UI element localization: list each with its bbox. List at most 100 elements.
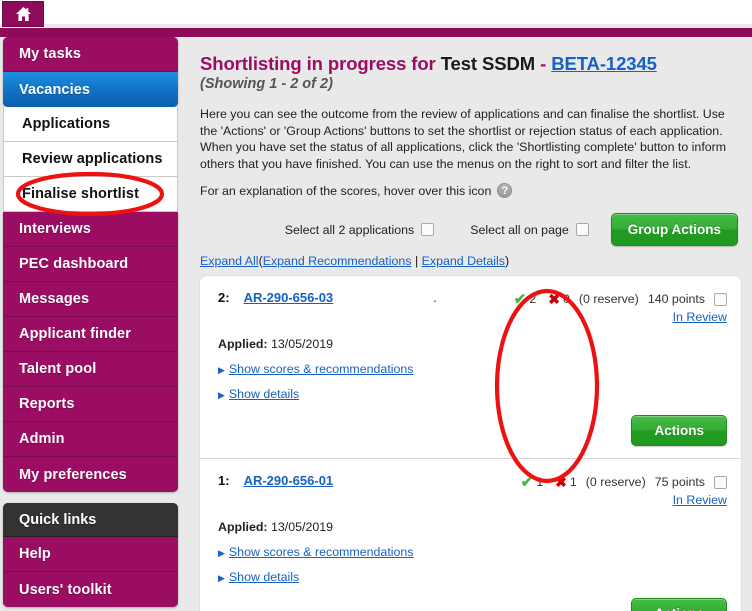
application-card: 1: AR-290-656-01 ✔ 1 ✖ 1 (0 reserve) 75 … [200, 458, 741, 611]
application-select-checkbox[interactable] [714, 292, 727, 306]
show-details-link[interactable]: Show details [229, 387, 299, 401]
trailing-mark: . [433, 290, 437, 306]
sidebar-item-review-applications[interactable]: Review applications [4, 142, 177, 177]
points-total: 140 points [647, 292, 705, 307]
show-scores-row: ▶ Show scores & recommendations [218, 545, 727, 559]
select-all-applications-checkbox[interactable] [421, 223, 435, 237]
show-details-row: ▶ Show details [218, 387, 727, 401]
sidebar-item-applicant-finder[interactable]: Applicant finder [3, 317, 178, 352]
status-badge[interactable]: In Review [673, 310, 727, 324]
page-title: Shortlisting in progress for Test SSDM -… [200, 53, 738, 75]
application-reference-link[interactable]: AR-290-656-03 [244, 290, 334, 305]
score-explanation-text: For an explanation of the scores, hover … [200, 183, 492, 198]
expand-links: Expand All(Expand Recommendations | Expa… [200, 254, 738, 268]
vacancies-subnav: Applications Review applications Finalis… [3, 107, 178, 212]
show-details-link[interactable]: Show details [229, 570, 299, 584]
sidebar-item-vacancies[interactable]: Vacancies [3, 72, 178, 107]
show-scores-row: ▶ Show scores & recommendations [218, 362, 727, 376]
help-icon[interactable]: ? [497, 183, 513, 199]
application-card-header: 2: AR-290-656-03 . ✔ 2 ✖ 0 (0 reserve) 1… [218, 290, 727, 324]
sidebar-item-my-preferences[interactable]: My preferences [3, 457, 178, 492]
sidebar-item-label: My tasks [19, 46, 82, 62]
applied-date-row: Applied: 13/05/2019 [218, 520, 727, 534]
sidebar-item-label: Messages [19, 291, 90, 307]
main-content: Shortlisting in progress for Test SSDM -… [182, 37, 752, 611]
points-total: 75 points [654, 475, 705, 490]
page-title-separator: - [540, 53, 547, 74]
sidebar-item-admin[interactable]: Admin [3, 422, 178, 457]
sidebar-item-label: Review applications [22, 151, 163, 167]
sidebar-item-pec-dashboard[interactable]: PEC dashboard [3, 247, 178, 282]
group-actions-button[interactable]: Group Actions [610, 213, 738, 247]
sidebar-item-interviews[interactable]: Interviews [3, 212, 178, 247]
show-details-row: ▶ Show details [218, 570, 727, 584]
reserve-count: (0 reserve) [578, 292, 639, 307]
showing-count: (Showing 1 - 2 of 2) [200, 76, 333, 92]
sidebar-item-label: PEC dashboard [19, 256, 129, 272]
show-scores-link[interactable]: Show scores & recommendations [229, 545, 414, 559]
sidebar: My tasks Vacancies Applications Review a… [3, 37, 178, 607]
applied-date-row: Applied: 13/05/2019 [218, 337, 727, 351]
application-select-checkbox[interactable] [714, 475, 727, 489]
chevron-right-icon: ▶ [218, 573, 225, 584]
show-scores-link[interactable]: Show scores & recommendations [229, 362, 414, 376]
chevron-right-icon: ▶ [218, 548, 225, 559]
status-badge[interactable]: In Review [673, 493, 727, 507]
check-icon: ✔ [513, 291, 527, 309]
sidebar-item-users-toolkit[interactable]: Users' toolkit [3, 572, 178, 607]
application-card: 2: AR-290-656-03 . ✔ 2 ✖ 0 (0 reserve) 1… [200, 276, 741, 458]
selection-toolbar: Select all 2 applications Select all on … [200, 213, 738, 247]
vacancy-reference-link[interactable]: BETA-12345 [551, 53, 657, 74]
page-title-name: Test SSDM [440, 53, 536, 74]
recommend-count: 2 [529, 292, 537, 307]
applied-date: 13/05/2019 [271, 337, 334, 352]
sidebar-item-messages[interactable]: Messages [3, 282, 178, 317]
sidebar-item-my-tasks[interactable]: My tasks [3, 37, 178, 72]
reject-count: 0 [563, 292, 570, 307]
sidebar-item-reports[interactable]: Reports [3, 387, 178, 422]
quick-links-panel: Quick links Help Users' toolkit [3, 503, 178, 607]
application-rank: 1: [218, 473, 230, 489]
sidebar-item-label: Vacancies [19, 81, 91, 98]
reject-count: 1 [569, 475, 577, 490]
brand-band [0, 28, 752, 37]
application-score-summary: ✔ 1 ✖ 1 (0 reserve) 75 points In Review [521, 473, 727, 507]
application-reference-link[interactable]: AR-290-656-01 [244, 473, 334, 488]
applied-date: 13/05/2019 [271, 520, 334, 535]
actions-button[interactable]: Actions [631, 598, 727, 611]
sidebar-item-label: Talent pool [19, 361, 97, 377]
sidebar-item-applications[interactable]: Applications [4, 107, 177, 142]
sidebar-item-label: My preferences [19, 466, 127, 483]
sidebar-item-label: Help [19, 546, 51, 562]
top-bar [0, 0, 752, 27]
select-all-applications-label: Select all 2 applications [284, 222, 415, 237]
expand-all-link[interactable]: Expand All [200, 254, 259, 268]
select-all-on-page-checkbox[interactable] [575, 223, 589, 237]
application-card-header: 1: AR-290-656-01 ✔ 1 ✖ 1 (0 reserve) 75 … [218, 473, 727, 507]
cross-icon: ✖ [555, 473, 567, 490]
sidebar-item-help[interactable]: Help [3, 537, 178, 572]
sidebar-item-label: Users' toolkit [19, 581, 112, 598]
expand-details-link[interactable]: Expand Details [422, 254, 505, 268]
primary-nav: My tasks Vacancies [3, 37, 178, 107]
actions-button[interactable]: Actions [631, 415, 727, 447]
expand-recommendations-link[interactable]: Expand Recommendations [263, 254, 412, 268]
quick-links-header: Quick links [3, 503, 178, 537]
application-score-summary: ✔ 2 ✖ 0 (0 reserve) 140 points In Review [514, 290, 727, 324]
applied-label: Applied: [218, 337, 268, 352]
check-icon: ✔ [520, 474, 534, 492]
sidebar-item-talent-pool[interactable]: Talent pool [3, 352, 178, 387]
page-title-prefix: Shortlisting in progress for [200, 53, 436, 74]
pipe-separator: | [414, 254, 419, 269]
select-all-on-page-label: Select all on page [470, 222, 569, 237]
sidebar-item-finalise-shortlist[interactable]: Finalise shortlist [4, 177, 177, 212]
home-tab-button[interactable] [2, 1, 44, 27]
sidebar-item-label: Finalise shortlist [22, 186, 140, 202]
cross-icon: ✖ [548, 290, 560, 307]
quick-links-title: Quick links [19, 511, 97, 528]
intro-paragraph: Here you can see the outcome from the re… [200, 107, 727, 171]
application-list: 2: AR-290-656-03 . ✔ 2 ✖ 0 (0 reserve) 1… [200, 276, 741, 611]
application-window: My tasks Vacancies Applications Review a… [0, 0, 752, 611]
applied-label: Applied: [218, 520, 268, 535]
home-icon [15, 6, 32, 22]
